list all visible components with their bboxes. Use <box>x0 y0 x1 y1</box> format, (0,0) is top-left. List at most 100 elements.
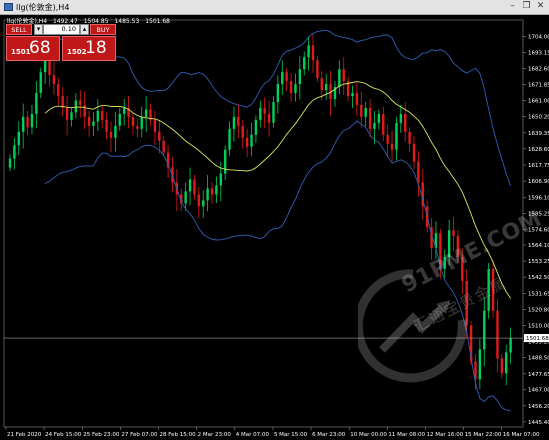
candle-body <box>395 122 398 150</box>
candle-body <box>101 110 104 120</box>
y-tick-label: 1488.50 <box>528 356 549 362</box>
x-tick-label: 4 Mar 07:00 <box>236 432 270 438</box>
x-tick-label: 24 Feb 15:00 <box>45 432 82 438</box>
candle-body <box>30 113 34 128</box>
candle-body <box>500 358 504 374</box>
x-tick-label: 25 Feb 23:00 <box>83 432 120 438</box>
candle-body <box>316 60 319 79</box>
candle-body <box>496 310 499 359</box>
candle-body <box>162 140 165 153</box>
candle-body <box>21 116 25 132</box>
y-tick-label: 1542.50 <box>528 275 549 281</box>
x-tick-label: 28 Feb 15:00 <box>160 432 197 438</box>
candle-body <box>324 84 328 91</box>
lot-decrease-button[interactable]: ▾ <box>34 24 43 35</box>
candle-body <box>184 191 187 204</box>
candle-body <box>245 137 249 147</box>
x-tick-label: 10 Mar 00:00 <box>350 432 387 438</box>
candle-body <box>17 131 20 146</box>
candle-body <box>74 100 78 113</box>
candle-body <box>118 113 121 126</box>
x-tick-label: 6 Mar 23:00 <box>312 432 346 438</box>
candle-body <box>417 161 420 183</box>
candle-body <box>373 122 376 129</box>
y-tick-label: 1628.60 <box>528 147 549 153</box>
close-icon[interactable]: ✕ <box>536 2 545 11</box>
candle-body <box>223 149 227 174</box>
candle-body <box>276 84 280 102</box>
candle-body <box>158 131 161 141</box>
candle-body <box>237 116 240 126</box>
y-tick-label: 1596.10 <box>528 195 549 201</box>
y-tick-label: 1445.40 <box>528 420 549 426</box>
buy-button[interactable]: BUY <box>90 24 116 35</box>
sell-price-big: 68 <box>29 38 51 58</box>
y-tick-label: 1617.75 <box>528 163 549 169</box>
candle-body <box>52 75 56 85</box>
candle-body <box>311 45 315 61</box>
candle-body <box>79 100 82 105</box>
candle-body <box>390 143 394 150</box>
candle-body <box>26 116 29 128</box>
candle-body <box>250 134 253 147</box>
candle-body <box>109 131 113 138</box>
candle-body <box>364 107 367 117</box>
y-tick-label: 1704.00 <box>528 34 549 40</box>
candle-body <box>412 143 416 162</box>
candle-body <box>267 113 271 123</box>
candle-body <box>57 84 60 97</box>
y-tick-label: 1531.65 <box>528 291 549 297</box>
lot-increase-button[interactable]: ▴ <box>80 24 89 35</box>
buy-price-big: 18 <box>85 38 107 58</box>
candle-body <box>215 185 218 195</box>
candle-body <box>478 349 482 380</box>
candle-body <box>83 104 86 117</box>
y-tick-label: 1682.60 <box>528 66 549 72</box>
window-titlebar: llg(伦敦金),H4 – ❐ ✕ <box>0 0 549 15</box>
candle-body <box>399 113 403 123</box>
chart-window-icon <box>4 3 13 11</box>
candle-body <box>303 57 306 70</box>
sell-price-quote[interactable]: 1501 68 <box>6 36 60 61</box>
candle-body <box>43 60 47 73</box>
candle-body <box>140 116 143 129</box>
x-tick-label: 12 Mar 16:00 <box>426 432 463 438</box>
candle-body <box>351 93 354 97</box>
minimize-icon[interactable]: – <box>508 2 517 11</box>
x-tick-label: 5 Mar 15:00 <box>274 432 308 438</box>
candle-body <box>65 107 69 120</box>
candle-body <box>48 60 51 76</box>
current-price-label: 1501.68 <box>526 336 549 342</box>
candle-body <box>8 158 12 168</box>
candle-body <box>320 78 323 91</box>
sell-button[interactable]: SELL <box>6 24 32 35</box>
candle-body <box>289 81 293 94</box>
candle-body <box>219 173 222 186</box>
close-value: 1501.68 <box>145 18 170 25</box>
y-tick-label: 1467.00 <box>528 388 549 394</box>
candle-body <box>272 101 275 123</box>
candle-body <box>360 104 363 117</box>
y-tick-label: 1520.80 <box>528 308 549 314</box>
candle-body <box>281 72 284 85</box>
y-tick-label: 1639.35 <box>528 131 549 137</box>
buy-price-quote[interactable]: 1502 18 <box>62 36 116 61</box>
candle-body <box>254 119 258 135</box>
lot-size-input[interactable]: 0.10 <box>43 24 80 35</box>
candle-body <box>355 93 359 105</box>
candle-body <box>35 93 38 114</box>
x-tick-label: 15 Mar 22:00 <box>465 432 502 438</box>
candle-body <box>96 110 100 122</box>
candle-body <box>294 84 297 94</box>
y-tick-label: 1456.20 <box>528 404 549 410</box>
candle-body <box>338 69 341 88</box>
candle-body <box>509 338 512 353</box>
candle-body <box>39 72 42 94</box>
y-tick-label: 1661.00 <box>528 99 549 105</box>
candle-body <box>342 69 345 82</box>
candle-body <box>136 125 139 129</box>
restore-icon[interactable]: ❐ <box>522 2 531 11</box>
buy-price-prefix: 1502 <box>67 48 87 56</box>
y-tick-label: 1510.00 <box>528 324 549 330</box>
candle-body <box>298 69 302 85</box>
